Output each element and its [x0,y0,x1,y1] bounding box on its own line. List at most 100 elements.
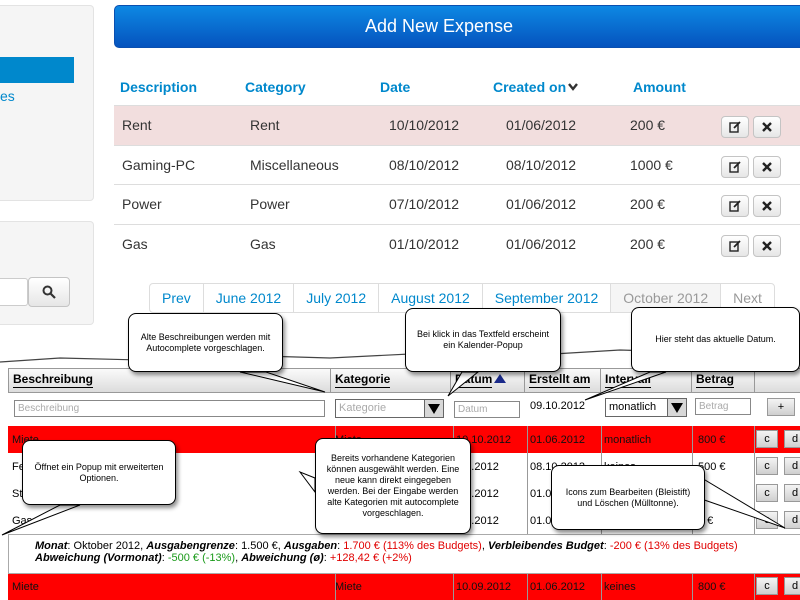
mockup-edit-button[interactable]: c [756,577,778,595]
edit-button[interactable] [721,195,749,217]
column-header-created-on[interactable]: Created on [493,79,579,95]
close-icon [762,162,772,172]
add-row-button[interactable]: + [767,398,795,416]
mockup-header-description-label: Beschreibung [13,372,94,388]
column-header-amount[interactable]: Amount [633,79,686,95]
close-icon [762,201,772,211]
cell-description: Gas [122,236,148,252]
description-input[interactable]: Beschreibung [14,400,325,417]
sidebar-link[interactable]: es [0,88,15,104]
pager-item[interactable]: July 2012 [294,284,380,312]
sidebar-nav-panel: es [0,5,94,201]
edit-icon [729,121,741,133]
mockup-cell-created: 01.06.2012 [530,581,586,593]
mockup-edit-button[interactable]: c [756,511,778,529]
column-divider [692,573,693,600]
search-input[interactable] [0,278,28,306]
dropdown-arrow-icon[interactable] [424,400,443,417]
sort-asc-icon [494,374,507,383]
mockup-header-interval-label: Intervall [605,372,652,388]
summary-dev-prev-label: Abweichung (Vormonat) [35,552,162,564]
mockup-cell-amount: 800 € [698,434,726,446]
mockup-header-amount-label: Betrag [696,372,735,388]
column-divider [527,507,528,534]
delete-button[interactable] [753,235,781,257]
summary-dev-avg-label: Abweichung (ø) [241,552,324,564]
delete-button[interactable] [753,195,781,217]
column-header-created-on-label: Created on [493,79,567,95]
mockup-delete-button[interactable]: d [784,430,800,448]
mockup-delete-button[interactable]: d [784,484,800,502]
summary-remaining-label: Verbleibendes Budget [487,540,604,552]
cell-category: Miscellaneous [250,157,339,173]
column-header-category[interactable]: Category [245,79,306,95]
mockup-cell-created: 01.06.2012 [530,434,586,446]
cell-date: 01/10/2012 [389,236,460,252]
search-button[interactable] [28,277,70,307]
column-divider [754,426,755,453]
summary-limit: 1.500 € [241,540,278,552]
table-row: Gas Gas 01/10/2012 01/06/2012 200 € [114,224,800,264]
summary-month: Oktober 2012 [73,540,141,552]
cell-created: 08/10/2012 [506,157,577,173]
mockup-cell-interval: keines [604,581,636,593]
column-divider [692,426,693,453]
column-divider [527,573,528,600]
summary-month-label: Monat [35,540,68,552]
column-header-description[interactable]: Description [120,79,197,95]
callout-calendar: Bei klick in das Textfeld erscheint ein … [405,308,561,372]
pager-item[interactable]: Prev [150,284,204,312]
summary-remaining: -200 € (13% des Budgets) [609,540,738,552]
column-divider [335,573,336,600]
mockup-delete-button[interactable]: d [784,577,800,595]
mockup-edit-button[interactable]: c [756,430,778,448]
date-input[interactable]: Datum [454,401,520,418]
cell-created: 01/06/2012 [506,196,577,212]
summary-line-1: Monat: Oktober 2012, Ausgabengrenze: 1.5… [35,540,738,552]
category-combobox[interactable]: Kategorie [335,399,444,418]
summary-line-2: Abweichung (Vormonat): -500 € (-13%), Ab… [35,552,412,564]
add-expense-button[interactable]: Add New Expense [114,5,800,48]
cell-description: Gaming-PC [122,157,196,173]
callout-popup: Öffnet ein Popup mit erweiterten Optione… [22,440,176,505]
delete-button[interactable] [753,156,781,178]
dropdown-arrow-icon[interactable] [667,399,686,416]
callout-icons: Icons zum Bearbeiten (Bleistift) und Lös… [551,465,705,530]
cell-created: 01/06/2012 [506,236,577,252]
cell-amount: 200 € [630,236,666,252]
mockup-edit-button[interactable]: c [756,484,778,502]
table-row: Power Power 07/10/2012 01/06/2012 200 € [114,184,800,224]
amount-input[interactable]: Betrag [695,398,751,415]
pager-item[interactable]: June 2012 [204,284,295,312]
mockup-delete-button[interactable]: d [784,457,800,475]
mockup-delete-button[interactable]: d [784,511,800,529]
delete-button[interactable] [753,116,781,138]
sidebar-search-panel [0,221,94,325]
summary-dev-prev: -500 € (-13%) [167,552,236,564]
summary-limit-label: Ausgabengrenze [146,540,235,552]
callout-current-date: Hier steht das aktuelle Datum. [631,307,800,372]
cell-created: 01/06/2012 [506,117,577,133]
edit-button[interactable] [721,235,749,257]
cell-date: 10/10/2012 [389,117,460,133]
callout-autocomplete: Alte Beschreibungen werden mit Autocompl… [128,313,283,372]
cell-category: Rent [250,117,280,133]
mockup-header-date-label: Datum [455,372,493,388]
mockup-cell-description: St [12,488,23,500]
column-divider [601,573,602,600]
mockup-edit-button[interactable]: c [756,457,778,475]
cell-amount: 1000 € [630,157,673,173]
sidebar-active-item[interactable] [0,57,74,83]
cell-amount: 200 € [630,117,666,133]
column-header-date[interactable]: Date [380,79,410,95]
mockup-cell-interval: monatlich [604,434,652,446]
cell-date: 08/10/2012 [389,157,460,173]
created-date-value: 09.10.2012 [530,400,586,412]
edit-button[interactable] [721,156,749,178]
edit-icon [729,200,741,212]
column-divider [453,573,454,600]
interval-select[interactable]: monatlich [605,398,687,417]
edit-button[interactable] [721,116,749,138]
cell-category: Power [250,196,290,212]
cell-description: Power [122,196,162,212]
